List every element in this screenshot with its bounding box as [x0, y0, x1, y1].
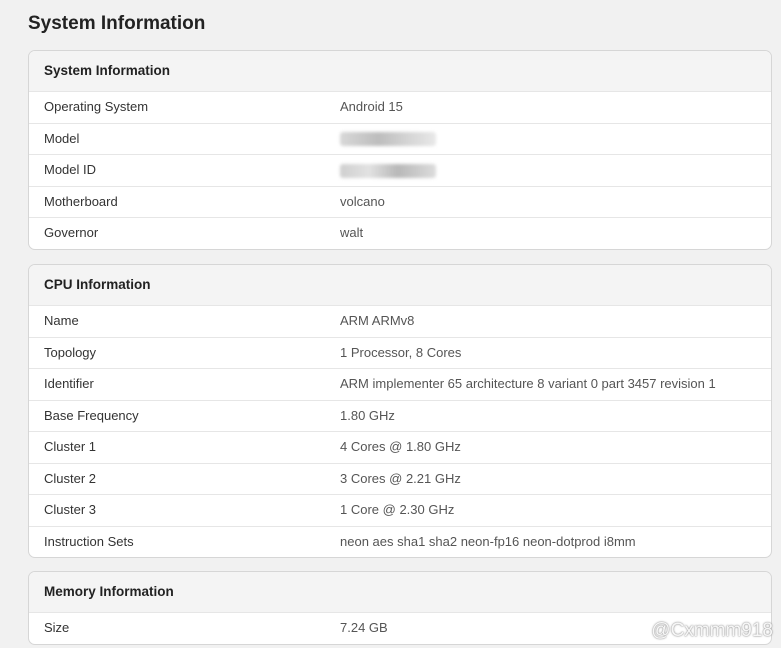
row-value: Android 15: [340, 99, 403, 114]
watermark-text: @Cxmmm918: [651, 620, 773, 641]
row-value: volcano: [340, 193, 385, 209]
table-row: Cluster 1 4 Cores @ 1.80 GHz: [29, 432, 771, 464]
table-row: Cluster 3 1 Core @ 2.30 GHz: [29, 495, 771, 527]
row-key: Model: [44, 130, 80, 146]
row-value: 3 Cores @ 2.21 GHz: [340, 470, 461, 486]
row-key: Instruction Sets: [44, 533, 134, 549]
watermark: @Cxmmm918: [623, 620, 773, 642]
row-key: Identifier: [44, 376, 94, 391]
blur-redaction: [340, 132, 436, 147]
page-title: System Information: [28, 13, 206, 34]
row-value: 4 Cores @ 1.80 GHz: [340, 439, 461, 454]
card-header: CPU Information: [29, 265, 771, 306]
table-row: Name ARM ARMv8: [29, 306, 771, 338]
table-row: Base Frequency 1.80 GHz: [29, 401, 771, 432]
row-value: neon aes sha1 sha2 neon-fp16 neon-dotpro…: [340, 533, 636, 549]
table-row: Motherboard volcano: [29, 187, 771, 218]
table-row: Cluster 2 3 Cores @ 2.21 GHz: [29, 464, 771, 495]
row-value: 1 Core @ 2.30 GHz: [340, 502, 455, 517]
row-value: 1 Processor, 8 Cores: [340, 344, 462, 360]
card-header: System Information: [29, 51, 771, 92]
card-header: Memory Information: [29, 572, 771, 613]
table-row: Topology 1 Processor, 8 Cores: [29, 338, 771, 369]
weibo-icon: [623, 622, 647, 640]
redacted-value: [340, 124, 436, 155]
row-value: 7.24 GB: [340, 620, 388, 635]
row-key: Base Frequency: [44, 407, 139, 423]
table-row: Instruction Sets neon aes sha1 sha2 neon…: [29, 527, 771, 558]
table-row: Model: [29, 124, 771, 155]
cpu-information-card: CPU Information Name ARM ARMv8 Topology …: [28, 264, 772, 558]
row-value: walt: [340, 225, 364, 240]
blur-redaction: [340, 163, 436, 178]
redacted-value: [340, 155, 436, 186]
table-row: Model ID: [29, 155, 771, 187]
table-row: Governor walt: [29, 218, 771, 249]
row-key: Governor: [44, 225, 99, 240]
row-value: ARM ARMv8: [340, 313, 415, 328]
row-key: Cluster 2: [44, 470, 97, 486]
row-key: Cluster 1: [44, 439, 97, 454]
table-row: Operating System Android 15: [29, 92, 771, 124]
table-row: Identifier ARM implementer 65 architectu…: [29, 369, 771, 401]
row-key: Size: [44, 620, 70, 635]
system-information-card: System Information Operating System Andr…: [28, 50, 772, 250]
row-key: Name: [44, 313, 79, 328]
row-key: Topology: [44, 344, 97, 360]
row-key: Operating System: [44, 99, 149, 114]
row-key: Motherboard: [44, 193, 118, 209]
row-value: 1.80 GHz: [340, 407, 395, 423]
row-key: Cluster 3: [44, 502, 97, 517]
row-value: ARM implementer 65 architecture 8 varian…: [340, 376, 716, 391]
row-key: Model ID: [44, 162, 97, 177]
